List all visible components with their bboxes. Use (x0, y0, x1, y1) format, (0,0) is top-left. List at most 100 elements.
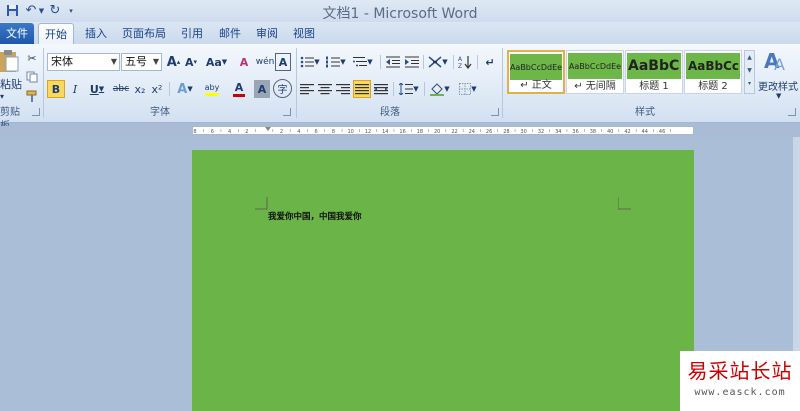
align-right-icon[interactable] (335, 80, 351, 98)
styles-gallery-scroll[interactable]: ▲ ▼ ▾ (744, 50, 755, 94)
watermark-url: www.easck.com (694, 387, 786, 398)
subscript-button[interactable]: x₂ (132, 80, 148, 98)
show-formatting-marks-icon[interactable]: ↵ (481, 53, 499, 71)
paste-button-label[interactable]: 粘贴 (0, 76, 22, 91)
change-styles-icon[interactable]: AA (760, 48, 800, 74)
character-border-button[interactable]: A (275, 53, 291, 71)
bullets-button[interactable]: ▼ (299, 53, 321, 71)
ruler-tick-label: 30 (521, 129, 527, 134)
chevron-down-icon: ▼ (367, 58, 373, 66)
cut-icon[interactable]: ✂ (25, 49, 39, 67)
ruler-margin (0, 126, 192, 135)
bold-icon: B (51, 82, 61, 96)
ruler-tick-label: 22 (451, 129, 457, 134)
tab-view[interactable]: 视图 (286, 24, 322, 44)
shading-button[interactable]: ▼ (428, 80, 452, 98)
chevron-down-icon: ▼ (471, 85, 477, 93)
align-left-icon[interactable] (299, 80, 315, 98)
style-name: 标题 2 (698, 81, 728, 92)
tab-review[interactable]: 审阅 (249, 24, 285, 44)
bold-button[interactable]: B (47, 80, 65, 98)
strikethrough-icon: abc (112, 84, 130, 94)
style-normal[interactable]: AaBbCcDdEe ↵ 正文 (507, 50, 565, 94)
chevron-down-icon: ▼ (221, 58, 228, 66)
divider (380, 55, 381, 69)
paragraph-dialog-launcher-icon[interactable] (491, 108, 499, 116)
italic-icon: I (72, 82, 78, 96)
styles-group-label: 样式 (635, 107, 655, 118)
copy-icon[interactable] (25, 68, 39, 86)
style-no-spacing[interactable]: AaBbCcDdEe ↵ 无间隔 (566, 50, 624, 94)
distributed-align-icon[interactable] (373, 80, 389, 98)
phonetic-guide-icon: wén (255, 57, 275, 67)
align-center-icon[interactable] (317, 80, 333, 98)
tab-page-layout[interactable]: 页面布局 (115, 24, 173, 44)
group-separator (502, 48, 503, 118)
tab-references[interactable]: 引用 (174, 24, 210, 44)
paste-icon[interactable] (0, 48, 20, 74)
font-size-combo[interactable]: 五号 ▼ (121, 53, 162, 71)
borders-button[interactable]: ▼ (456, 80, 480, 98)
underline-icon: U (89, 82, 99, 96)
clear-formatting-icon: A (239, 55, 249, 69)
tab-file[interactable]: 文件 (0, 23, 34, 44)
tab-home[interactable]: 开始 (38, 23, 74, 44)
margin-corner-top-right (618, 197, 631, 210)
decrease-indent-icon[interactable] (384, 53, 401, 71)
styles-dialog-launcher-icon[interactable] (788, 108, 796, 116)
paint-bucket-icon (430, 82, 445, 96)
shrink-font-button[interactable]: A ▾ (183, 53, 199, 71)
change-case-button[interactable]: Aa ▼ (204, 53, 229, 71)
increase-indent-icon[interactable] (403, 53, 420, 71)
grow-font-button[interactable]: A ▴ (165, 53, 182, 71)
highlight-button[interactable]: aby (199, 80, 225, 98)
line-spacing-button[interactable]: ▼ (397, 80, 421, 98)
shrink-font-icon: A (184, 55, 194, 69)
justify-icon[interactable] (353, 80, 371, 98)
horizontal-ruler[interactable]: 8 6 4 2 2 4 6 8 10 12 14 16 18 20 22 24 26 28 30 32 34 36 38 40… (192, 126, 694, 135)
divider (453, 55, 454, 69)
caret-down-icon: ▾ (193, 58, 198, 66)
phonetic-guide-button[interactable]: wén (255, 53, 275, 71)
enclose-characters-button[interactable]: 字 (273, 79, 292, 98)
clipboard-dialog-launcher-icon[interactable] (32, 108, 40, 116)
sort-icon[interactable]: AZ (456, 53, 474, 71)
change-styles-label[interactable]: 更改样式 (758, 78, 800, 93)
tab-mailings[interactable]: 邮件 (212, 24, 248, 44)
chevron-down-icon: ▼ (444, 85, 450, 93)
character-shading-button[interactable]: A (254, 80, 270, 98)
strikethrough-button[interactable]: abc (111, 80, 131, 98)
chevron-down-icon: ▼ (110, 57, 117, 66)
caret-down-icon: ▼ (747, 67, 752, 74)
style-heading-2[interactable]: AaBbCcI 标题 2 (684, 50, 742, 94)
superscript-button[interactable]: x² (149, 80, 165, 98)
document-page[interactable] (192, 150, 694, 411)
font-color-button[interactable]: A (226, 80, 252, 98)
tab-insert[interactable]: 插入 (78, 24, 114, 44)
chevron-down-icon: ▼ (98, 85, 105, 93)
document-text[interactable]: 我爱你中国，中国我爱你 (268, 210, 362, 222)
clear-formatting-button[interactable]: A (234, 53, 254, 71)
borders-icon (459, 83, 472, 95)
paste-dropdown-icon[interactable]: ▾ (0, 92, 16, 102)
font-dialog-launcher-icon[interactable] (283, 108, 291, 116)
chinese-layout-button[interactable]: ▼ (426, 53, 450, 71)
font-color-icon: A (234, 81, 244, 94)
ruler-tick-label: 46 (659, 129, 665, 134)
ruler-tick-label: 32 (538, 129, 544, 134)
style-heading-1[interactable]: AaBbC 标题 1 (625, 50, 683, 94)
multilevel-list-button[interactable]: ▼ (351, 53, 375, 71)
text-effects-button[interactable]: A ▼ (173, 80, 197, 98)
numbering-button[interactable]: ▼ (325, 53, 347, 71)
chevron-down-icon[interactable]: ▼ (776, 92, 781, 100)
underline-button[interactable]: U ▼ (85, 80, 109, 98)
ruler-tick-label: 42 (624, 129, 630, 134)
divider (169, 82, 170, 96)
indent-marker-icon[interactable] (265, 127, 271, 131)
ruler-tick-label: 38 (590, 129, 596, 134)
format-painter-icon[interactable] (25, 87, 39, 105)
font-name-combo[interactable]: 宋体 ▼ (47, 53, 120, 71)
italic-button[interactable]: I (67, 80, 83, 98)
chevron-down-icon: ▼ (152, 57, 159, 66)
divider (424, 82, 425, 96)
